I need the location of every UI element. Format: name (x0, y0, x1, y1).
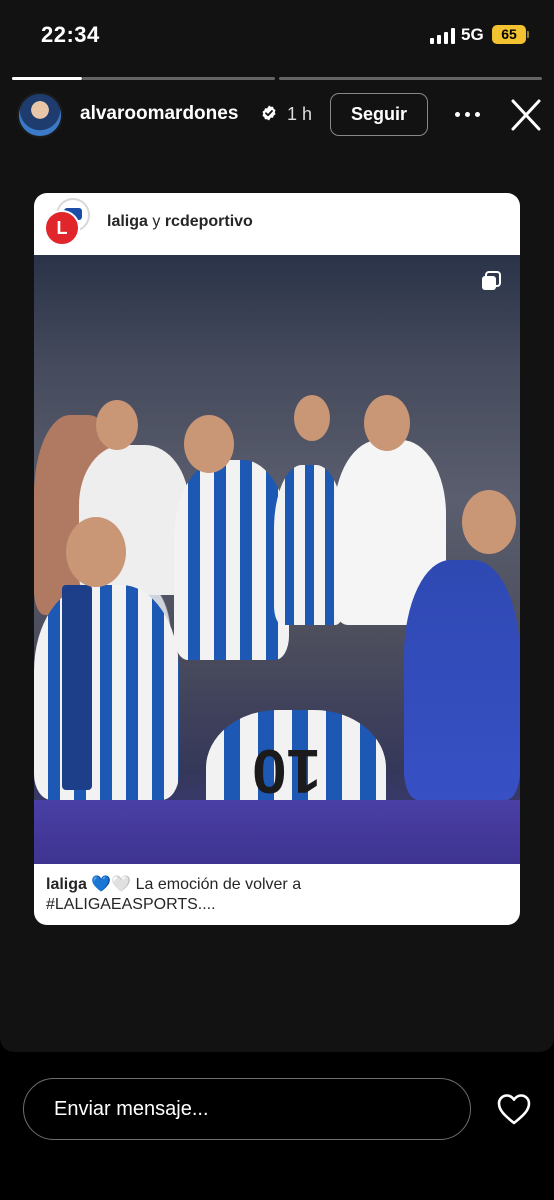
story-progress-segment-2 (82, 77, 275, 80)
caption-hashtag[interactable]: #LALIGAEASPORTS.... (46, 896, 216, 913)
network-type: 5G (461, 25, 484, 44)
fan-blue-cape (404, 560, 520, 800)
fan-head (184, 415, 234, 473)
fan-head (462, 490, 516, 554)
story-username[interactable]: alvaroomardones (80, 103, 238, 125)
fan-head (364, 395, 410, 451)
caption-text: La emoción de volver a (135, 876, 302, 893)
story-time-ago: 1 h (287, 104, 313, 124)
stand-barrier (34, 800, 520, 864)
author-rcdeportivo[interactable]: rcdeportivo (165, 213, 253, 230)
caption-author[interactable]: laliga (46, 876, 87, 893)
laliga-logo: L (44, 210, 80, 246)
status-bar: 22:34 5G 65 (0, 0, 554, 70)
fan-scarf-front (34, 585, 179, 800)
more-dots-icon[interactable] (455, 112, 481, 118)
story-view[interactable]: 22:34 5G 65 alvaroomardones 1 h Seguir L… (0, 0, 554, 1052)
caption-emojis: 💙🤍 (91, 876, 132, 893)
shared-post-authors: laliga y rcdeportivo (107, 213, 253, 231)
carousel-icon (482, 271, 501, 290)
close-icon[interactable] (508, 98, 544, 132)
authors-joiner: y (152, 213, 161, 230)
clock-time: 22:34 (41, 22, 100, 47)
post-photo-crowd[interactable]: 10 (34, 255, 520, 864)
follow-button[interactable]: Seguir (330, 93, 428, 136)
fan-head (66, 517, 126, 587)
shirt-number: 10 (252, 736, 321, 805)
profile-avatar[interactable] (17, 92, 63, 138)
heart-outline-icon[interactable] (496, 1092, 532, 1126)
verified-badge-icon (262, 105, 276, 121)
post-caption: laliga 💙🤍 La emoción de volver a #LALIGA… (46, 875, 508, 915)
author-laliga[interactable]: laliga (107, 213, 148, 230)
story-progress-segment-1 (12, 77, 82, 80)
cellular-signal-icon (430, 28, 456, 44)
fan-head (96, 400, 138, 450)
fan-deportivo-shirt (174, 460, 289, 660)
story-progress-fill (12, 77, 82, 80)
shared-post-header: L laliga y rcdeportivo (34, 193, 520, 253)
battery-tip (527, 31, 529, 38)
fan-scarf (62, 585, 92, 790)
message-input[interactable] (23, 1078, 471, 1140)
shared-post-card[interactable]: L laliga y rcdeportivo 10 laliga 💙🤍 La e… (34, 193, 520, 925)
story-progress-segment-3 (279, 77, 542, 80)
battery-icon: 65 (492, 25, 526, 44)
fan-head (294, 395, 330, 441)
